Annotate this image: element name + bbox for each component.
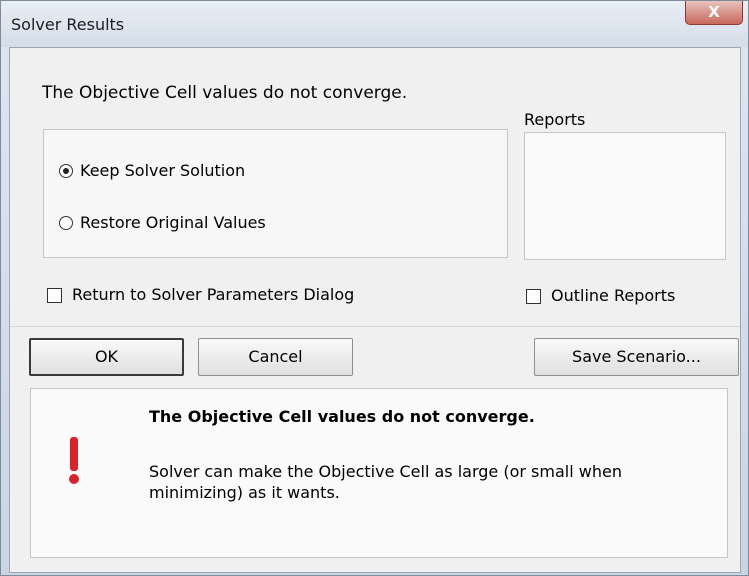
restore-original-values-radio[interactable]: Restore Original Values xyxy=(59,213,266,232)
radio-selected-icon xyxy=(59,164,73,178)
close-button[interactable]: X xyxy=(685,1,743,25)
restore-original-values-label: Restore Original Values xyxy=(80,213,266,232)
outline-reports-label: Outline Reports xyxy=(551,286,676,305)
ok-button[interactable]: OK xyxy=(29,338,184,376)
title-bar[interactable]: Solver Results X xyxy=(1,1,748,47)
message-title: The Objective Cell values do not converg… xyxy=(149,407,535,426)
keep-solver-solution-label: Keep Solver Solution xyxy=(80,161,246,180)
checkbox-unchecked-icon xyxy=(526,289,541,304)
window-title: Solver Results xyxy=(11,15,125,34)
message-body: Solver can make the Objective Cell as la… xyxy=(149,462,622,502)
save-scenario-button[interactable]: Save Scenario... xyxy=(534,338,739,376)
return-to-solver-parameters-checkbox[interactable]: Return to Solver Parameters Dialog xyxy=(47,285,354,304)
solver-results-dialog: Solver Results X The Objective Cell valu… xyxy=(0,0,749,576)
radio-unselected-icon xyxy=(59,216,73,230)
dialog-body: The Objective Cell values do not converg… xyxy=(9,47,741,573)
outline-reports-checkbox[interactable]: Outline Reports xyxy=(526,286,675,305)
cancel-button[interactable]: Cancel xyxy=(198,338,353,376)
checkbox-unchecked-icon xyxy=(47,288,62,303)
reports-listbox[interactable] xyxy=(524,132,726,260)
message-panel: The Objective Cell values do not converg… xyxy=(30,388,728,558)
reports-label: Reports xyxy=(524,110,586,129)
return-to-solver-parameters-label: Return to Solver Parameters Dialog xyxy=(72,285,355,304)
status-heading: The Objective Cell values do not converg… xyxy=(42,83,408,103)
solution-options-group: Keep Solver Solution Restore Original Va… xyxy=(43,129,508,258)
keep-solver-solution-radio[interactable]: Keep Solver Solution xyxy=(59,161,245,180)
divider xyxy=(10,326,740,327)
